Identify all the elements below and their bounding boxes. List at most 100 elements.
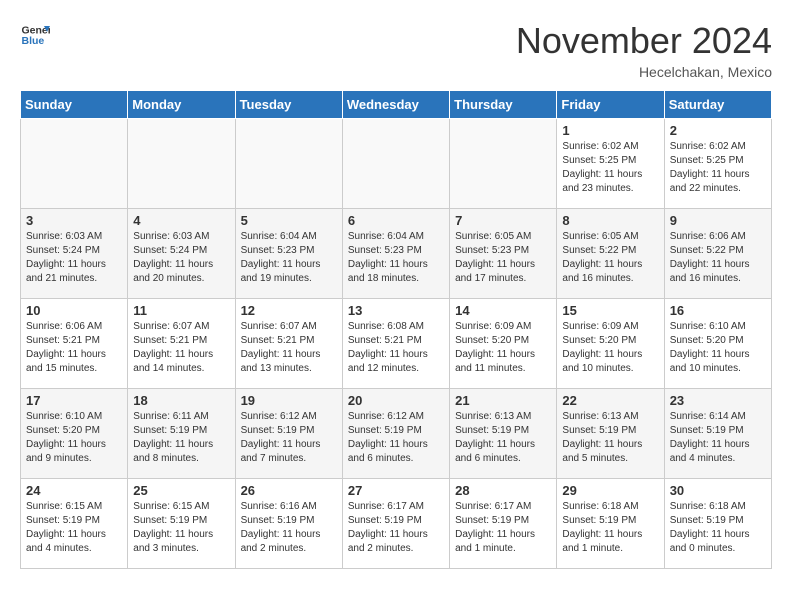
day-number: 18	[133, 393, 229, 408]
weekday-header-friday: Friday	[557, 91, 664, 119]
logo: General Blue	[20, 20, 50, 50]
day-info: Sunrise: 6:10 AM Sunset: 5:20 PM Dayligh…	[26, 410, 122, 466]
day-info: Sunrise: 6:11 AM Sunset: 5:19 PM Dayligh…	[133, 410, 229, 466]
calendar-cell: 25Sunrise: 6:15 AM Sunset: 5:19 PM Dayli…	[128, 479, 235, 569]
calendar-cell: 24 Sunrise: 6:15 AM Sunset: 5:19 PM Dayli…	[21, 479, 128, 569]
calendar-table: SundayMondayTuesdayWednesdayThursdayFrid…	[20, 90, 772, 569]
day-number: 10	[26, 303, 122, 318]
day-number: 2	[670, 123, 766, 138]
calendar-header-row: SundayMondayTuesdayWednesdayThursdayFrid…	[21, 91, 772, 119]
day-number: 14	[455, 303, 551, 318]
title-block: November 2024 Hecelchakan, Mexico	[516, 20, 772, 80]
day-info: Sunrise: 6:02 AM Sunset: 5:25 PM Dayligh…	[670, 140, 766, 196]
day-info: Sunrise: 6:07 AM Sunset: 5:21 PM Dayligh…	[133, 320, 229, 376]
calendar-week-2: 3 Sunrise: 6:03 AM Sunset: 5:24 PM Daylig…	[21, 209, 772, 299]
day-info: Sunrise: 6:09 AM Sunset: 5:20 PM Dayligh…	[562, 320, 658, 376]
day-info: Sunrise: 6:18 AM Sunset: 5:19 PM Dayligh…	[562, 500, 658, 556]
calendar-cell: 6Sunrise: 6:04 AM Sunset: 5:23 PM Daylig…	[342, 209, 449, 299]
calendar-cell: 30 Sunrise: 6:18 AM Sunset: 5:19 PM Dayli…	[664, 479, 771, 569]
day-info: Sunrise: 6:14 AM Sunset: 5:19 PM Dayligh…	[670, 410, 766, 466]
day-info: Sunrise: 6:06 AM Sunset: 5:22 PM Dayligh…	[670, 230, 766, 286]
day-number: 22	[562, 393, 658, 408]
day-number: 24	[26, 483, 122, 498]
day-info: Sunrise: 6:13 AM Sunset: 5:19 PM Dayligh…	[455, 410, 551, 466]
calendar-cell: 29 Sunrise: 6:18 AM Sunset: 5:19 PM Dayli…	[557, 479, 664, 569]
day-number: 17	[26, 393, 122, 408]
weekday-header-saturday: Saturday	[664, 91, 771, 119]
day-number: 15	[562, 303, 658, 318]
day-info: Sunrise: 6:04 AM Sunset: 5:23 PM Dayligh…	[241, 230, 337, 286]
calendar-cell: 17 Sunrise: 6:10 AM Sunset: 5:20 PM Dayli…	[21, 389, 128, 479]
calendar-cell	[21, 119, 128, 209]
day-number: 27	[348, 483, 444, 498]
weekday-header-thursday: Thursday	[450, 91, 557, 119]
calendar-week-3: 10Sunrise: 6:06 AM Sunset: 5:21 PM Dayli…	[21, 299, 772, 389]
day-number: 5	[241, 213, 337, 228]
day-number: 13	[348, 303, 444, 318]
svg-text:Blue: Blue	[22, 35, 45, 47]
calendar-cell: 7 Sunrise: 6:05 AM Sunset: 5:23 PM Daylig…	[450, 209, 557, 299]
day-number: 6	[348, 213, 444, 228]
day-info: Sunrise: 6:13 AM Sunset: 5:19 PM Dayligh…	[562, 410, 658, 466]
day-number: 30	[670, 483, 766, 498]
calendar-cell: 5 Sunrise: 6:04 AM Sunset: 5:23 PM Daylig…	[235, 209, 342, 299]
calendar-cell: 11 Sunrise: 6:07 AM Sunset: 5:21 PM Dayli…	[128, 299, 235, 389]
day-info: Sunrise: 6:18 AM Sunset: 5:19 PM Dayligh…	[670, 500, 766, 556]
day-info: Sunrise: 6:16 AM Sunset: 5:19 PM Dayligh…	[241, 500, 337, 556]
day-number: 12	[241, 303, 337, 318]
day-info: Sunrise: 6:09 AM Sunset: 5:20 PM Dayligh…	[455, 320, 551, 376]
day-info: Sunrise: 6:17 AM Sunset: 5:19 PM Dayligh…	[455, 500, 551, 556]
day-number: 23	[670, 393, 766, 408]
calendar-cell: 22 Sunrise: 6:13 AM Sunset: 5:19 PM Dayli…	[557, 389, 664, 479]
day-number: 3	[26, 213, 122, 228]
calendar-cell: 3 Sunrise: 6:03 AM Sunset: 5:24 PM Daylig…	[21, 209, 128, 299]
logo-icon: General Blue	[20, 20, 50, 50]
day-info: Sunrise: 6:15 AM Sunset: 5:19 PM Dayligh…	[26, 500, 122, 556]
day-info: Sunrise: 6:05 AM Sunset: 5:22 PM Dayligh…	[562, 230, 658, 286]
day-info: Sunrise: 6:15 AM Sunset: 5:19 PM Dayligh…	[133, 500, 229, 556]
weekday-header-sunday: Sunday	[21, 91, 128, 119]
day-info: Sunrise: 6:12 AM Sunset: 5:19 PM Dayligh…	[241, 410, 337, 466]
day-number: 16	[670, 303, 766, 318]
calendar-cell: 8 Sunrise: 6:05 AM Sunset: 5:22 PM Daylig…	[557, 209, 664, 299]
calendar-cell: 12 Sunrise: 6:07 AM Sunset: 5:21 PM Dayli…	[235, 299, 342, 389]
calendar-week-1: 1 Sunrise: 6:02 AM Sunset: 5:25 PM Daylig…	[21, 119, 772, 209]
day-info: Sunrise: 6:10 AM Sunset: 5:20 PM Dayligh…	[670, 320, 766, 376]
calendar-cell: 19 Sunrise: 6:12 AM Sunset: 5:19 PM Dayli…	[235, 389, 342, 479]
day-number: 7	[455, 213, 551, 228]
day-number: 1	[562, 123, 658, 138]
day-info: Sunrise: 6:17 AM Sunset: 5:19 PM Dayligh…	[348, 500, 444, 556]
day-info: Sunrise: 6:08 AM Sunset: 5:21 PM Dayligh…	[348, 320, 444, 376]
day-info: Sunrise: 6:03 AM Sunset: 5:24 PM Dayligh…	[133, 230, 229, 286]
day-number: 11	[133, 303, 229, 318]
calendar-week-5: 24 Sunrise: 6:15 AM Sunset: 5:19 PM Dayli…	[21, 479, 772, 569]
day-number: 29	[562, 483, 658, 498]
calendar-cell: 13 Sunrise: 6:08 AM Sunset: 5:21 PM Dayli…	[342, 299, 449, 389]
day-number: 8	[562, 213, 658, 228]
day-number: 20	[348, 393, 444, 408]
calendar-cell	[128, 119, 235, 209]
day-info: Sunrise: 6:12 AM Sunset: 5:19 PM Dayligh…	[348, 410, 444, 466]
calendar-cell: 10Sunrise: 6:06 AM Sunset: 5:21 PM Dayli…	[21, 299, 128, 389]
calendar-cell: 28Sunrise: 6:17 AM Sunset: 5:19 PM Dayli…	[450, 479, 557, 569]
calendar-cell: 2 Sunrise: 6:02 AM Sunset: 5:25 PM Daylig…	[664, 119, 771, 209]
day-info: Sunrise: 6:05 AM Sunset: 5:23 PM Dayligh…	[455, 230, 551, 286]
calendar-cell: 27 Sunrise: 6:17 AM Sunset: 5:19 PM Dayli…	[342, 479, 449, 569]
day-info: Sunrise: 6:03 AM Sunset: 5:24 PM Dayligh…	[26, 230, 122, 286]
weekday-header-wednesday: Wednesday	[342, 91, 449, 119]
location: Hecelchakan, Mexico	[516, 64, 772, 80]
calendar-cell: 9 Sunrise: 6:06 AM Sunset: 5:22 PM Daylig…	[664, 209, 771, 299]
calendar-cell: 20 Sunrise: 6:12 AM Sunset: 5:19 PM Dayli…	[342, 389, 449, 479]
calendar-cell	[235, 119, 342, 209]
calendar-cell	[450, 119, 557, 209]
day-number: 9	[670, 213, 766, 228]
day-number: 19	[241, 393, 337, 408]
weekday-header-tuesday: Tuesday	[235, 91, 342, 119]
calendar-cell: 16 Sunrise: 6:10 AM Sunset: 5:20 PM Dayli…	[664, 299, 771, 389]
calendar-cell: 18 Sunrise: 6:11 AM Sunset: 5:19 PM Dayli…	[128, 389, 235, 479]
day-info: Sunrise: 6:07 AM Sunset: 5:21 PM Dayligh…	[241, 320, 337, 376]
calendar-cell: 21 Sunrise: 6:13 AM Sunset: 5:19 PM Dayli…	[450, 389, 557, 479]
day-number: 21	[455, 393, 551, 408]
calendar-cell: 23 Sunrise: 6:14 AM Sunset: 5:19 PM Dayli…	[664, 389, 771, 479]
calendar-cell: 14 Sunrise: 6:09 AM Sunset: 5:20 PM Dayli…	[450, 299, 557, 389]
